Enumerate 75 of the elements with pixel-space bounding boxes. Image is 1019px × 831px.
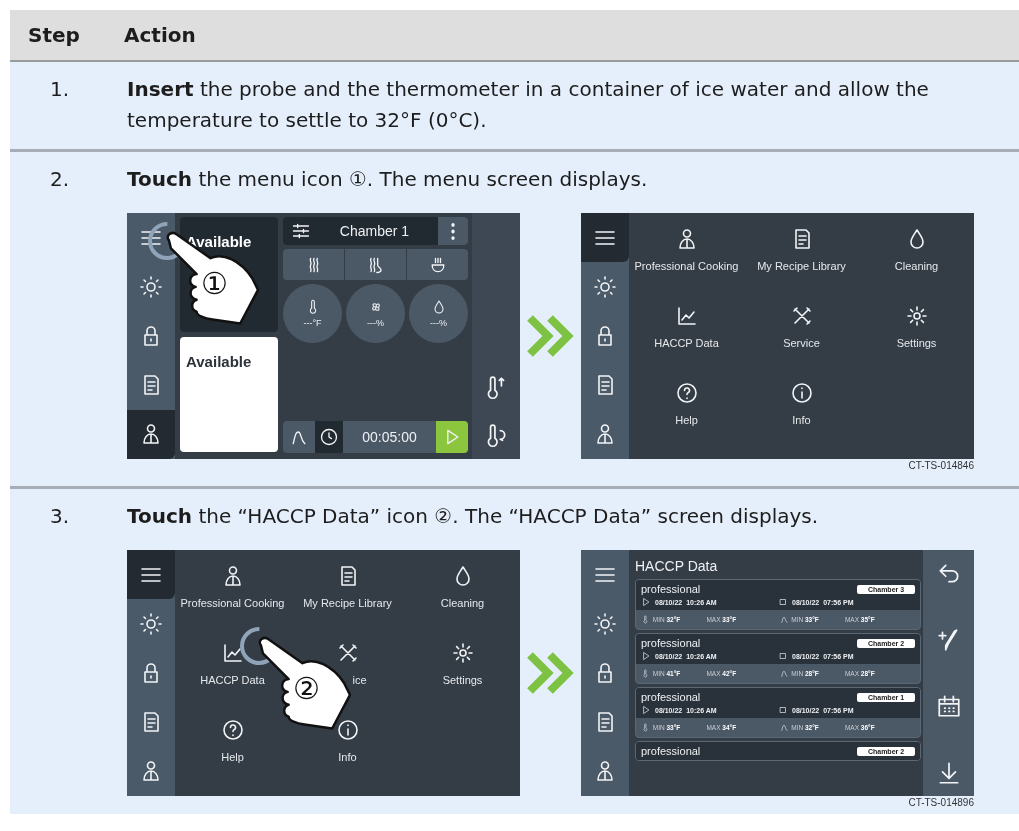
info-icon[interactable] — [335, 718, 360, 742]
menu-item-label[interactable]: Cleaning — [440, 597, 485, 609]
column-heading: Action — [124, 23, 196, 47]
probe-curve-icon — [779, 723, 789, 732]
double-chevron-icon — [525, 314, 576, 358]
menu-item-label[interactable]: Help — [221, 751, 244, 763]
dial-button[interactable]: ---°F — [283, 284, 342, 343]
menu-item-label[interactable]: Info — [338, 751, 357, 763]
probe-curve-icon — [779, 615, 789, 624]
sun-icon — [593, 274, 617, 299]
help-icon[interactable] — [674, 381, 699, 405]
probe-button[interactable] — [283, 421, 315, 453]
step-number: 3. — [49, 503, 71, 530]
screen-title: HACCP Data — [635, 558, 719, 574]
sidebar-item[interactable] — [127, 550, 175, 600]
kebab-icon — [451, 222, 455, 240]
menu-item-label[interactable]: HACCP Data — [654, 337, 719, 349]
dial-button[interactable]: ---% — [409, 284, 468, 343]
menu-item-label[interactable]: Service — [783, 337, 820, 349]
play-icon — [641, 597, 651, 607]
thermometer-icon — [641, 723, 650, 732]
stop-icon — [778, 597, 788, 607]
sun-icon — [593, 611, 617, 636]
mode-button[interactable] — [407, 249, 468, 280]
record-name: professional — [641, 583, 701, 595]
probe-curve-icon — [779, 669, 789, 678]
calendar-icon[interactable] — [935, 693, 962, 720]
start-button[interactable] — [436, 421, 468, 453]
record-name: professional — [641, 691, 701, 703]
figure-caption: CT-TS-014896 — [908, 796, 974, 810]
timer-button[interactable] — [315, 421, 343, 453]
menu-item-label[interactable]: Info — [792, 414, 811, 426]
chamber-card[interactable]: Available — [180, 337, 278, 452]
figure-caption: CT-TS-014846 — [908, 459, 974, 473]
record-name: professional — [641, 637, 701, 649]
menu-item-label[interactable]: Settings — [896, 337, 937, 349]
clock-icon — [319, 427, 339, 447]
menu-item-label[interactable]: Professional Cooking — [180, 597, 285, 609]
play-icon — [641, 705, 651, 715]
menu-item-label[interactable]: HACCP Data — [200, 674, 265, 686]
sidebar-item[interactable] — [127, 409, 175, 459]
play-icon — [641, 651, 651, 661]
sliders-icon[interactable] — [291, 221, 311, 241]
help-icon[interactable] — [220, 718, 245, 742]
menu-item-label[interactable]: My Recipe Library — [303, 597, 392, 609]
menu-item-label[interactable]: Help — [675, 414, 698, 426]
mode-button[interactable] — [283, 249, 344, 280]
timer-value: 00:05:00 — [343, 421, 436, 453]
stop-icon — [778, 651, 788, 661]
chamber-name: Chamber 1 — [338, 223, 411, 239]
menu-item-label[interactable]: Settings — [442, 674, 483, 686]
double-chevron-icon — [525, 651, 576, 695]
info-icon[interactable] — [789, 381, 814, 405]
sun-icon — [139, 611, 163, 636]
stop-icon — [778, 705, 788, 715]
menu-item-label[interactable]: ice — [352, 674, 367, 686]
column-heading: Step — [27, 23, 81, 47]
sun-icon — [139, 274, 163, 299]
step-number: 1. — [49, 76, 71, 103]
more-button[interactable] — [438, 217, 468, 245]
mode-button[interactable] — [345, 249, 406, 280]
menu-item-label[interactable]: Professional Cooking — [634, 260, 739, 272]
sidebar-item[interactable] — [581, 213, 629, 263]
record-name: professional — [641, 745, 701, 757]
menu-item-label[interactable]: My Recipe Library — [757, 260, 846, 272]
menu-item-label[interactable]: Cleaning — [894, 260, 939, 272]
thermometer-icon — [641, 615, 650, 624]
step-number: 2. — [49, 166, 71, 193]
step-text: Touch the menu icon ①. The menu screen displays. — [127, 167, 648, 191]
step-text: Touch the “HACCP Data” icon ②. The “HACCP Data” screen displays. — [127, 504, 819, 528]
callout-number: ① — [201, 269, 228, 299]
thermometer-icon — [641, 669, 650, 678]
step-text: Insert the probe and the thermometer in a container of ice water and allow the temperature to settle to 32°F (0°C). — [127, 77, 929, 132]
callout-number: ② — [293, 674, 320, 704]
dial-button[interactable]: ---% — [346, 284, 405, 343]
